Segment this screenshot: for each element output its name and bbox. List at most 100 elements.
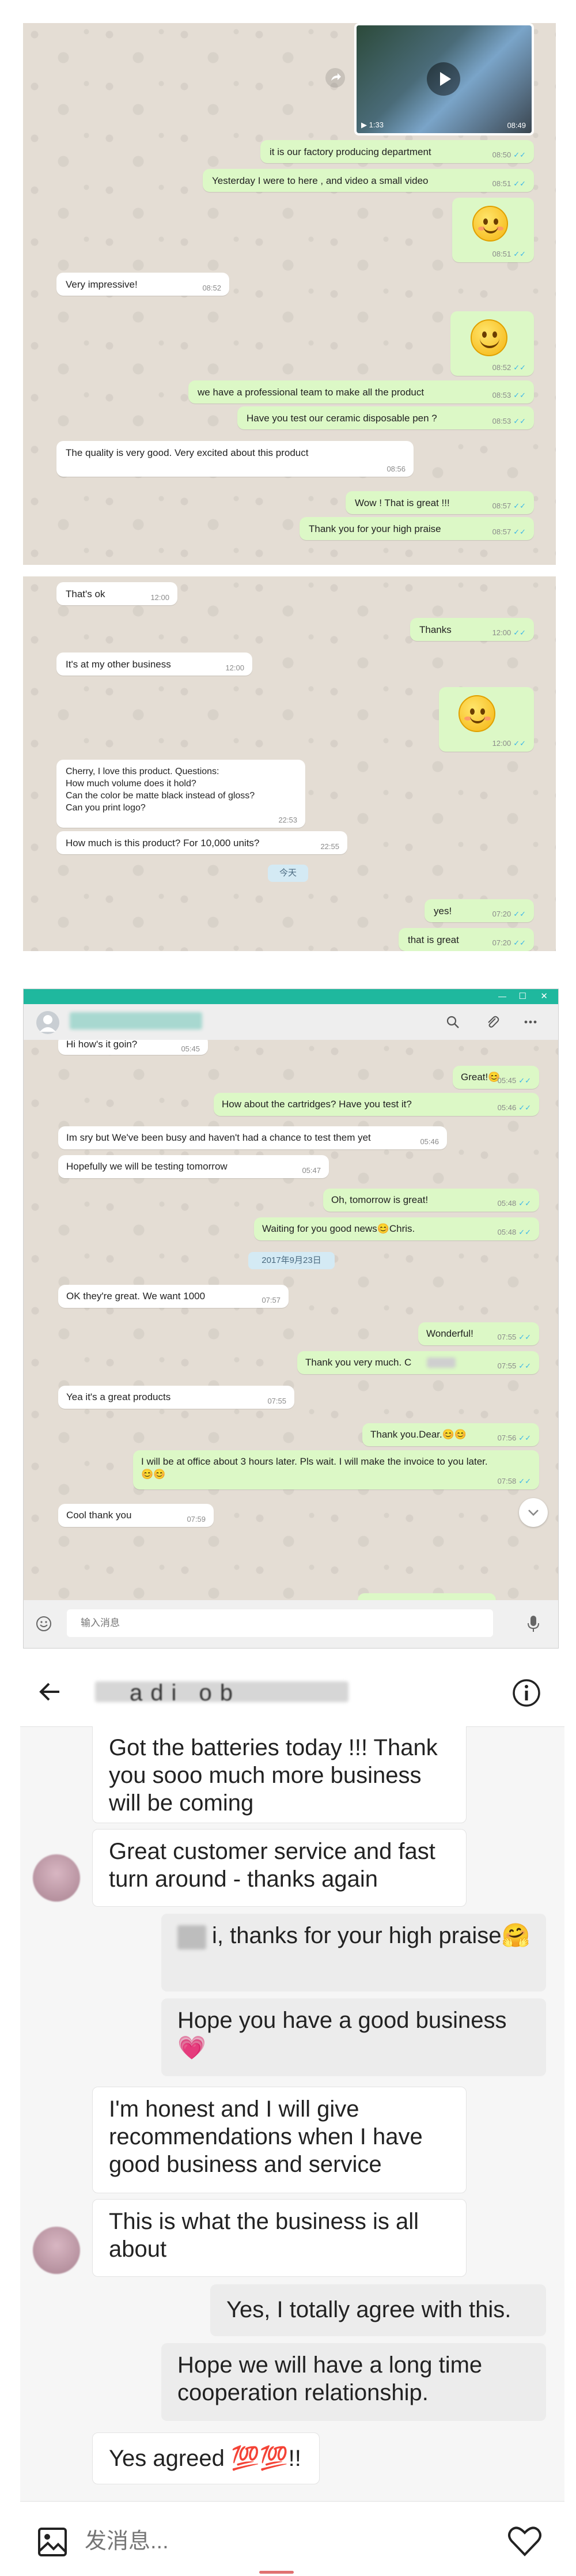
message-bubble[interactable]: This is what the business is all about <box>92 2199 467 2277</box>
message-bubble[interactable]: That's ok 12:00 <box>56 582 177 605</box>
mobile-composer <box>20 2501 564 2576</box>
message-bubble[interactable]: Waiting for you good news😊Chris. 05:48 ✓✓ <box>254 1217 539 1240</box>
message-bubble[interactable]: it is our factory producing department 0… <box>260 140 534 163</box>
message-input[interactable] <box>84 2524 460 2559</box>
composer-bar <box>24 1600 558 1648</box>
message-text: OK they're great. We want 1000 <box>66 1291 206 1302</box>
message-text: Have you test our ceramic disposable pen… <box>247 413 437 424</box>
message-text: Yesterday I were to here , and video a s… <box>212 175 429 186</box>
message-bubble[interactable]: i, thanks for your high praise🤗 <box>161 1914 546 1992</box>
message-bubble[interactable]: I'm honest and I will give recommendatio… <box>92 2087 467 2193</box>
search-icon[interactable] <box>445 1014 460 1029</box>
read-check-icon: ✓✓ <box>518 1199 531 1208</box>
window-titlebar: — ☐ ✕ <box>24 989 558 1004</box>
message-bubble[interactable]: Wow ! That is great !!! 08:57 ✓✓ <box>346 491 534 514</box>
message-bubble[interactable]: The quality is very good. Very excited a… <box>56 441 414 477</box>
message-input[interactable] <box>67 1609 493 1637</box>
emoji-message-bubble[interactable]: 12:00 ✓✓ <box>439 687 534 752</box>
emoji-icon[interactable] <box>35 1615 52 1632</box>
message-bubble[interactable]: Have you test our ceramic disposable pen… <box>237 406 534 429</box>
message-time: 05:45 <box>181 1044 200 1053</box>
message-bubble[interactable]: How about the cartridges? Have you test … <box>214 1093 539 1116</box>
message-time: 07:20 <box>492 910 511 918</box>
message-bubble[interactable]: Thank you.Dear.😊😊 07:56 ✓✓ <box>362 1423 539 1446</box>
message-time: 08:53 <box>492 391 511 399</box>
message-text: Cherry, I love this product. Questions: … <box>66 767 255 813</box>
image-icon[interactable] <box>36 2526 69 2558</box>
minimize-button[interactable]: — <box>498 991 506 1001</box>
video-camera-icon: ▶ <box>361 120 367 129</box>
microphone-icon[interactable] <box>526 1615 541 1633</box>
message-time: 05:46 <box>497 1103 517 1112</box>
read-check-icon: ✓✓ <box>518 1103 531 1112</box>
avatar[interactable] <box>36 1011 59 1034</box>
message-bubble[interactable]: OK they're great. We want 1000 07:57 <box>58 1285 289 1308</box>
info-icon[interactable] <box>511 1678 541 1708</box>
message-bubble[interactable]: yes! 07:20 ✓✓ <box>425 899 534 922</box>
message-bubble[interactable]: we have a professional team to make all … <box>188 380 534 403</box>
redacted-name <box>427 1357 456 1368</box>
message-bubble[interactable]: Yes, I totally agree with this. <box>210 2284 546 2336</box>
chevron-down-icon[interactable] <box>519 1498 548 1527</box>
message-time: 08:56 <box>386 465 406 473</box>
avatar[interactable] <box>33 1854 80 1902</box>
message-bubble[interactable]: Hope we will have a long time cooperatio… <box>161 2343 546 2421</box>
message-time: 07:58 <box>497 1477 517 1485</box>
back-arrow-icon[interactable] <box>37 1679 63 1704</box>
message-text: i, thanks for your high praise🤗 <box>212 1923 530 1948</box>
message-area[interactable]: Hi how's it goin? 05:45 Great!😊 05:45 ✓✓ … <box>24 1040 558 1600</box>
message-bubble[interactable]: How much is this product? For 10,000 uni… <box>56 831 347 854</box>
message-time: 12:00 <box>492 628 511 637</box>
message-bubble[interactable]: Yes agreed 💯💯!! <box>92 2432 320 2484</box>
emoji-message-bubble[interactable]: 08:52 ✓✓ <box>450 311 534 376</box>
mobile-message-list[interactable]: Got the batteries today !!! Thank you so… <box>20 1726 564 2501</box>
video-message[interactable]: ▶ 1:33 08:49 <box>354 23 534 135</box>
mobile-chat-screen: adi ob Got the batteries today !!! Thank… <box>20 1657 564 2576</box>
message-time: 12:00 <box>150 593 169 602</box>
avatar[interactable] <box>33 2227 80 2274</box>
message-bubble[interactable]: Thank you very much. C 07:55 ✓✓ <box>297 1351 539 1374</box>
paperclip-icon[interactable] <box>484 1014 501 1030</box>
message-text: Yea it's a great products <box>66 1391 171 1402</box>
message-text: The quality is very good. Very excited a… <box>66 447 309 458</box>
message-text: Got the batteries today !!! Thank you so… <box>109 1735 438 1816</box>
message-bubble[interactable]: I will be at office about 3 hours later.… <box>133 1450 539 1489</box>
message-bubble[interactable]: Cherry, I love this product. Questions: … <box>56 760 305 828</box>
message-bubble[interactable]: Hi how's it goin? 05:45 <box>58 1040 208 1055</box>
heart-icon[interactable] <box>507 2525 543 2557</box>
message-bubble[interactable]: Got the batteries today !!! Thank you so… <box>92 1726 467 1823</box>
message-bubble[interactable]: Great!😊 05:45 ✓✓ <box>453 1066 539 1089</box>
message-bubble[interactable]: Thanks 12:00 ✓✓ <box>410 618 534 641</box>
message-bubble[interactable]: Wonderful! 07:55 ✓✓ <box>418 1322 539 1345</box>
message-bubble[interactable]: It's at my other business 12:00 <box>56 653 252 676</box>
maximize-button[interactable]: ☐ <box>519 991 526 1001</box>
message-bubble[interactable]: that is great 07:20 ✓✓ <box>399 928 534 951</box>
message-text: Im sry but We've been busy and haven't h… <box>66 1132 371 1143</box>
message-bubble[interactable]: Hopefully we will be testing tomorrow 05… <box>58 1155 329 1178</box>
mobile-header: adi ob <box>20 1657 564 1727</box>
message-bubble[interactable]: Thank you for your high praise 08:57 ✓✓ <box>300 517 534 540</box>
message-bubble-partial[interactable] <box>358 1593 496 1600</box>
play-icon[interactable] <box>427 62 460 96</box>
read-check-icon: ✓✓ <box>518 1333 531 1341</box>
message-time: 12:00 <box>492 739 511 748</box>
more-icon[interactable] <box>523 1014 538 1029</box>
message-bubble[interactable]: Yea it's a great products 07:55 <box>58 1386 294 1409</box>
message-text: How much is this product? For 10,000 uni… <box>66 838 260 848</box>
message-text: Hi how's it goin? <box>66 1040 138 1050</box>
message-time: 05:47 <box>302 1166 321 1175</box>
message-time: 05:45 <box>497 1076 517 1085</box>
read-check-icon: ✓✓ <box>513 910 526 918</box>
close-button[interactable]: ✕ <box>540 991 548 1001</box>
forward-icon[interactable] <box>325 68 345 88</box>
emoji-message-bubble[interactable]: 08:51 ✓✓ <box>452 198 534 262</box>
message-bubble[interactable]: Very impressive! 08:52 <box>56 273 229 296</box>
message-bubble[interactable]: Hope you have a good business💗 <box>161 1998 546 2076</box>
message-bubble[interactable]: Oh, tomorrow is great! 05:48 ✓✓ <box>323 1189 539 1212</box>
message-bubble[interactable]: Great customer service and fast turn aro… <box>92 1829 467 1907</box>
message-time: 22:55 <box>320 842 339 851</box>
message-bubble[interactable]: Im sry but We've been busy and haven't h… <box>58 1126 447 1149</box>
message-bubble[interactable]: Yesterday I were to here , and video a s… <box>203 169 534 192</box>
read-check-icon: ✓✓ <box>513 628 526 637</box>
message-bubble[interactable]: Cool thank you 07:59 <box>58 1504 214 1527</box>
